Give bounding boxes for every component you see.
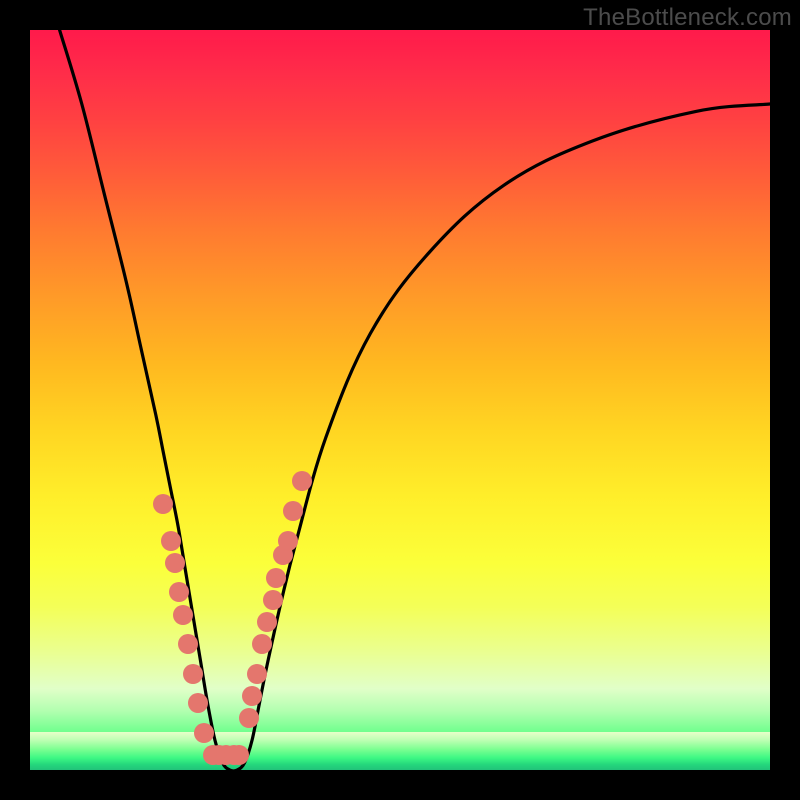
sample-point	[153, 494, 173, 514]
sample-point	[263, 590, 283, 610]
sample-point	[266, 568, 286, 588]
bottleneck-curve	[30, 30, 770, 770]
sample-point	[183, 664, 203, 684]
plot-area	[30, 30, 770, 770]
sample-point	[194, 723, 214, 743]
sample-point	[178, 634, 198, 654]
sample-point	[278, 531, 298, 551]
sample-point	[252, 634, 272, 654]
sample-point	[257, 612, 277, 632]
sample-point	[173, 605, 193, 625]
sample-point	[247, 664, 267, 684]
sample-point	[242, 686, 262, 706]
chart-frame: TheBottleneck.com	[0, 0, 800, 800]
sample-point	[165, 553, 185, 573]
sample-point	[161, 531, 181, 551]
watermark-text: TheBottleneck.com	[583, 4, 792, 32]
